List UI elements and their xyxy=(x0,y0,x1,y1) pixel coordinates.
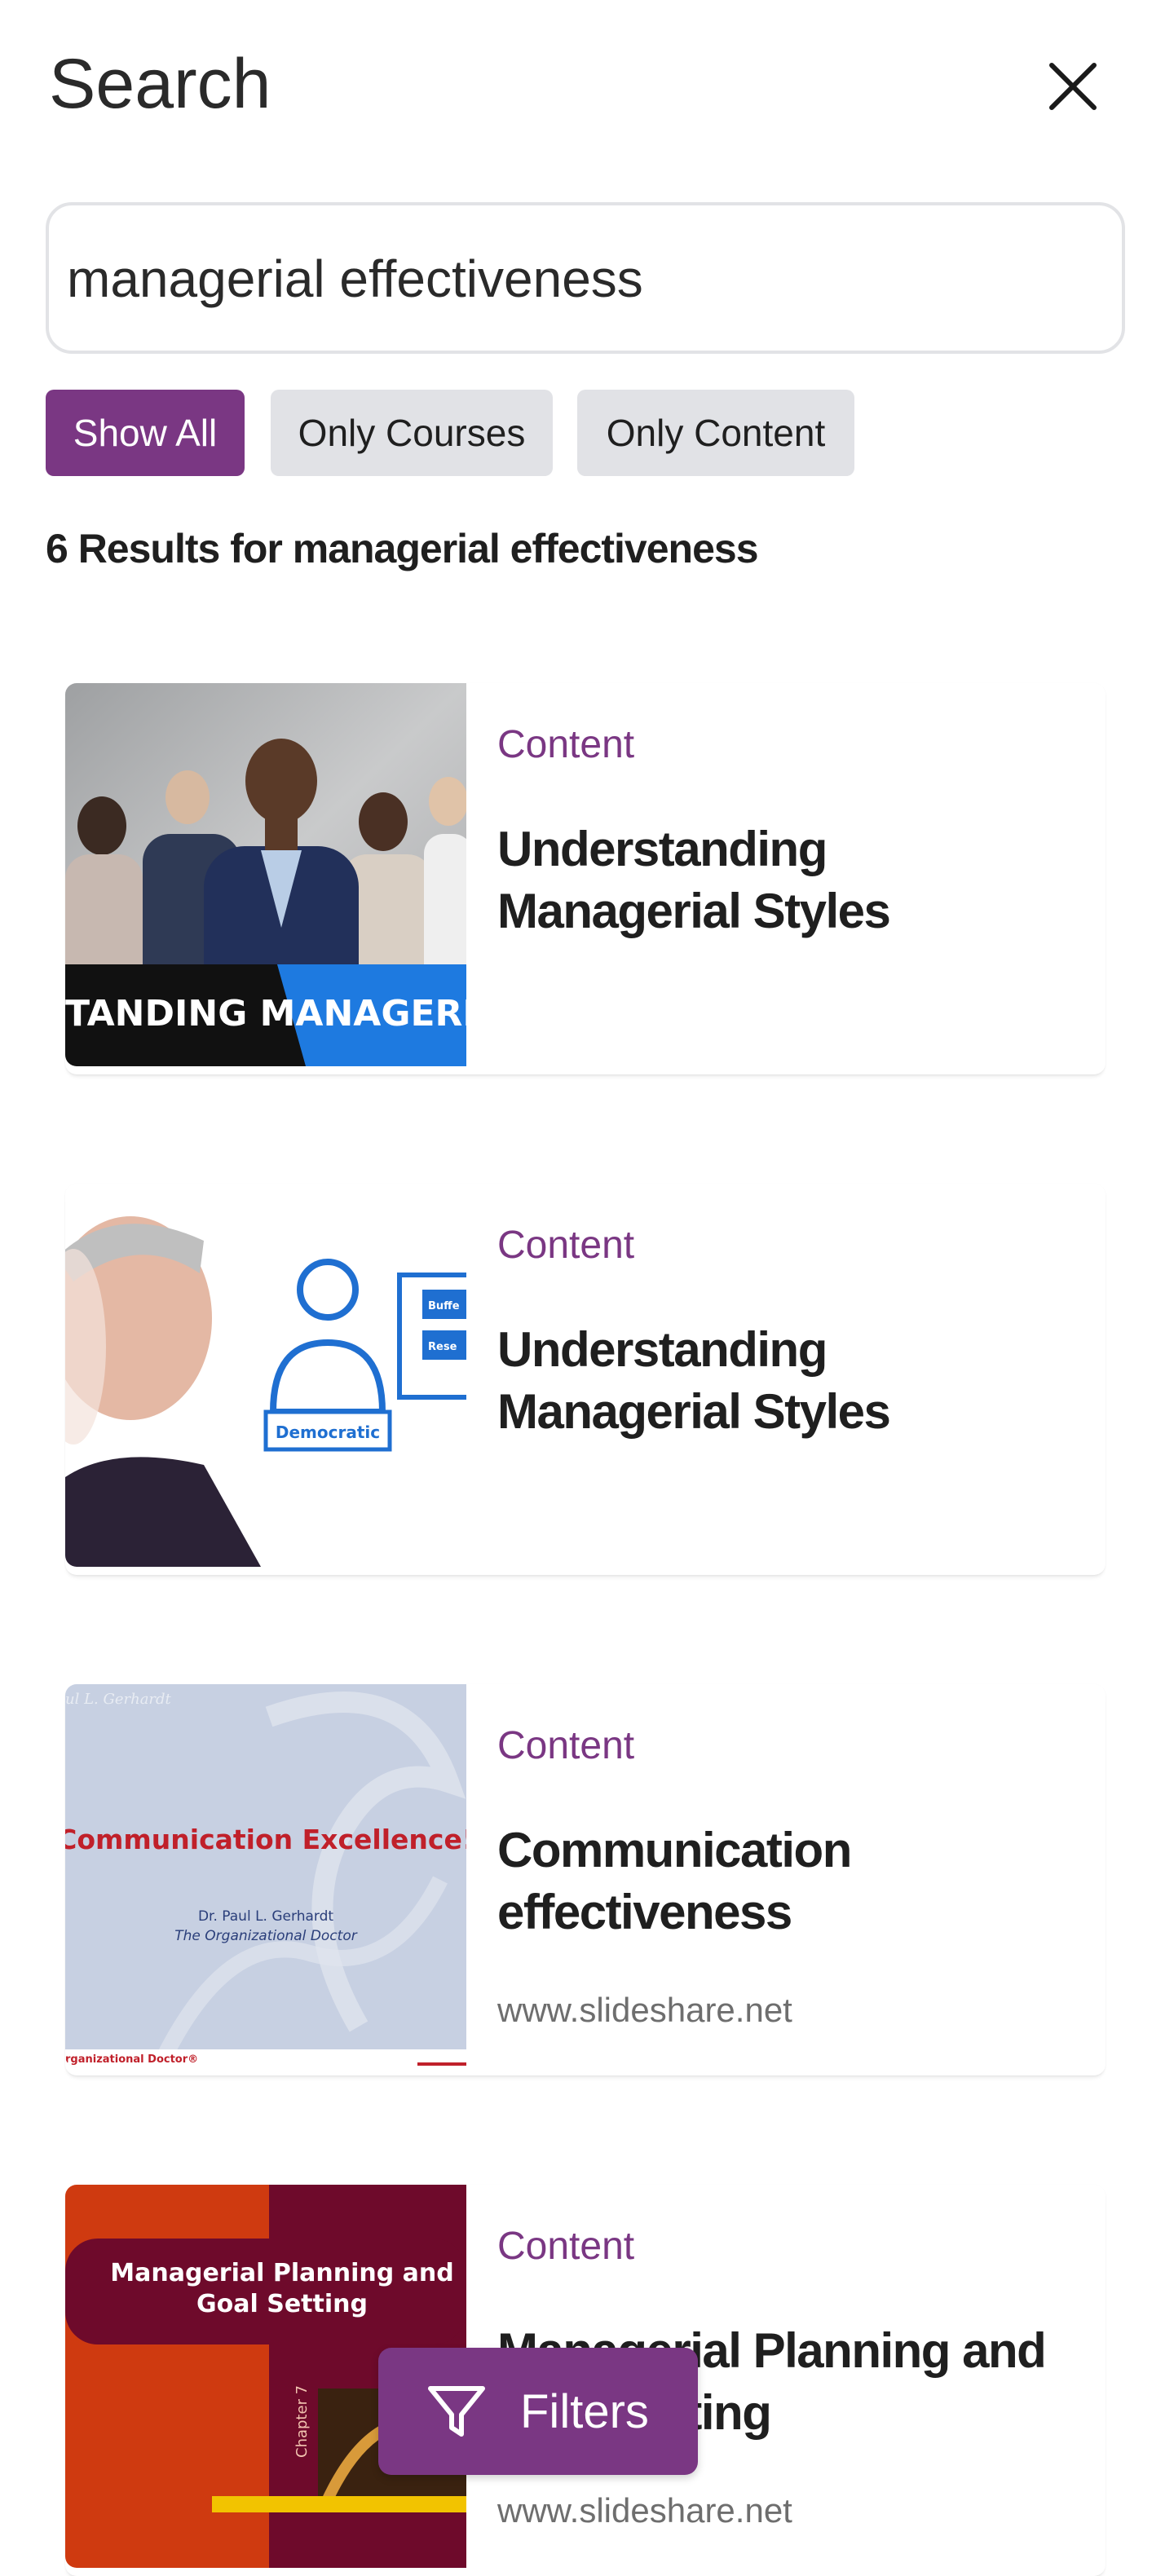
thumbnail-corner-text: ul L. Gerhardt xyxy=(65,1691,172,1708)
result-thumbnail: Democratic Buffe Rese xyxy=(65,1184,466,1567)
close-button[interactable] xyxy=(1039,52,1107,121)
result-type: Content xyxy=(497,1224,635,1267)
filter-chip-show-all[interactable]: Show All xyxy=(46,390,245,476)
thumbnail-footer-text: rganizational Doctor® xyxy=(65,2053,198,2066)
search-input[interactable] xyxy=(65,205,1104,352)
result-type: Content xyxy=(497,723,635,766)
chip-label: Only Content xyxy=(606,412,826,454)
result-thumbnail: TANDING MANAGERIAL ST xyxy=(65,683,466,1066)
thumbnail-badge-text: Democratic xyxy=(276,1423,380,1442)
thumbnail-author-title: The Organizational Doctor xyxy=(174,1928,357,1944)
result-card[interactable]: Democratic Buffe Rese Content Understand… xyxy=(65,1184,1106,1575)
page-title: Search xyxy=(49,45,271,123)
filters-button[interactable]: Filters xyxy=(378,2348,698,2475)
thumbnail-side-label: Rese xyxy=(428,1341,457,1353)
search-box xyxy=(46,202,1125,354)
filter-chip-only-courses[interactable]: Only Courses xyxy=(271,390,553,476)
thumbnail-title: Managerial Planning and xyxy=(110,2259,453,2287)
result-title: Communication effectiveness xyxy=(497,1823,852,1939)
result-source: www.slideshare.net xyxy=(497,2491,792,2530)
result-title: Understanding Managerial Styles xyxy=(497,1322,891,1439)
result-source: www.slideshare.net xyxy=(497,1991,792,2029)
result-thumbnail: ul L. Gerhardt Communication Excellence!… xyxy=(65,1684,466,2067)
results-count-heading: 6 Results for managerial effectiveness xyxy=(46,526,758,571)
chip-label: Only Courses xyxy=(298,412,526,454)
filter-chip-only-content[interactable]: Only Content xyxy=(577,390,854,476)
result-title: Understanding Managerial Styles xyxy=(497,822,891,938)
result-card[interactable]: TANDING MANAGERIAL ST Content Understand… xyxy=(65,683,1106,1074)
thumbnail-author: Dr. Paul L. Gerhardt xyxy=(198,1908,333,1925)
close-icon xyxy=(1049,63,1097,110)
thumbnail-banner-text: TANDING MANAGERIAL ST xyxy=(65,993,466,1034)
thumbnail-title: Goal Setting xyxy=(196,2290,368,2318)
result-type: Content xyxy=(497,2225,635,2268)
chip-label: Show All xyxy=(73,412,218,454)
filters-label: Filters xyxy=(520,2384,649,2438)
result-type: Content xyxy=(497,1724,635,1767)
thumbnail-side-label: Buffe xyxy=(428,1300,460,1312)
filter-icon xyxy=(428,2386,485,2437)
result-card[interactable]: ul L. Gerhardt Communication Excellence!… xyxy=(65,1684,1106,2075)
thumbnail-chapter: Chapter 7 xyxy=(294,2385,311,2458)
thumbnail-header-text: Communication Excellence! xyxy=(65,1824,466,1855)
